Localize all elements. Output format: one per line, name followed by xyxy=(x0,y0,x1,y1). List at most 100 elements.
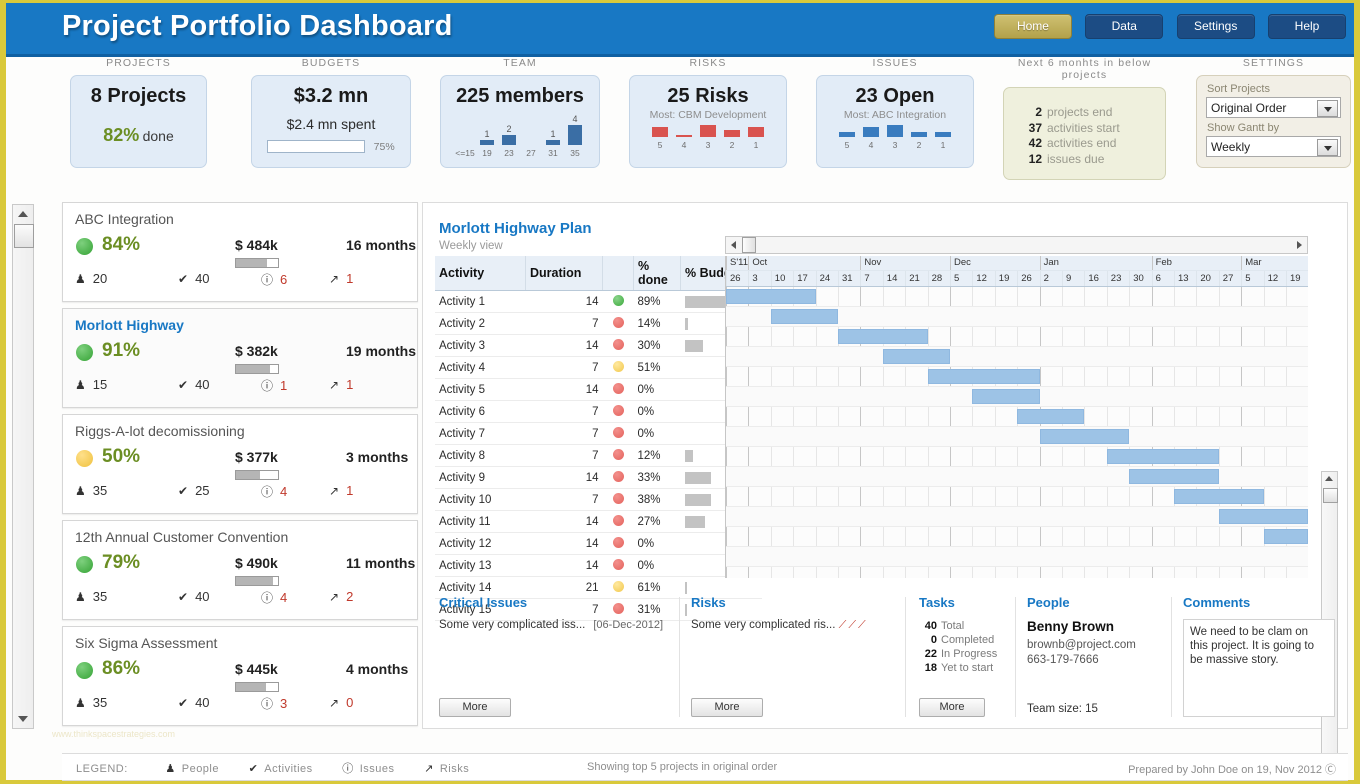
status-dot-icon xyxy=(612,405,624,416)
project-name: Riggs-A-lot decomissioning xyxy=(75,423,245,439)
table-row[interactable]: Activity 10 7 38% xyxy=(435,488,762,511)
project-card[interactable]: Six Sigma Assessment 86% $ 445k 4 months ♟ 35… xyxy=(62,626,441,726)
gantt-bar[interactable] xyxy=(770,309,838,324)
gantt-bar[interactable] xyxy=(972,389,1040,404)
tasks-label: Total xyxy=(941,620,965,632)
project-card[interactable]: 12th Annual Customer Convention 79% $ 490k… xyxy=(62,520,441,620)
gantt-scroll-up-button[interactable] xyxy=(1322,472,1337,487)
nav-button-home[interactable]: Home xyxy=(993,14,1072,39)
table-row[interactable]: Activity 2 7 14% xyxy=(435,312,762,335)
project-activities: ✔ 40 xyxy=(178,695,210,710)
upcoming-item: 12 issues due xyxy=(1020,152,1165,168)
gantt-vscroll-thumb[interactable] xyxy=(1323,488,1338,503)
table-row[interactable]: Activity 9 14 33% xyxy=(435,466,762,489)
activity-name: Activity 13 xyxy=(435,554,526,577)
table-row[interactable]: Activity 7 7 0% xyxy=(435,422,762,445)
nav-button-help[interactable]: Help xyxy=(1268,14,1346,39)
critical-issues-date: [06-Dec-2012] xyxy=(593,619,664,631)
gantt-bar[interactable] xyxy=(838,329,928,344)
activity-status-dot xyxy=(602,290,634,313)
activity-name: Activity 3 xyxy=(435,334,526,357)
gantt-week-label: 13 xyxy=(1174,271,1196,286)
gantt-horizontal-scrollbar[interactable] xyxy=(725,236,1308,254)
activity-status-dot xyxy=(602,312,634,335)
activity-status-dot xyxy=(602,400,634,423)
status-dot-icon xyxy=(612,581,624,592)
gantt-bar[interactable] xyxy=(927,369,1040,384)
project-name: 12th Annual Customer Convention xyxy=(75,529,289,545)
table-row[interactable]: Activity 1 14 89% xyxy=(435,290,762,313)
show-gantt-by-label: Show Gantt by xyxy=(1207,122,1280,134)
gantt-bar[interactable] xyxy=(1017,409,1085,424)
critical-issues-more-button[interactable]: More xyxy=(439,698,511,717)
minibar xyxy=(480,140,494,145)
gantt-hscroll-thumb[interactable] xyxy=(742,237,756,253)
project-card[interactable]: Morlott Highway 91% $ 382k 19 months ♟ 15 ✔ 40 ⓘ… xyxy=(62,308,441,408)
kpi-team: TEAM 225 members <=15 1 19 2 23 27 1 31 4 35 xyxy=(440,57,600,168)
gantt-bar[interactable] xyxy=(882,349,950,364)
activity-duration: 14 xyxy=(525,334,603,357)
gantt-bar[interactable] xyxy=(1263,529,1308,544)
gantt-bar[interactable] xyxy=(726,289,816,304)
kpi-upcoming-caption: Next 6 monhts in below projects xyxy=(1017,57,1152,81)
kpi-upcoming: Next 6 monhts in below projects 2 project… xyxy=(1003,57,1166,180)
table-row[interactable]: Activity 8 7 12% xyxy=(435,444,762,467)
activity-duration: 7 xyxy=(525,356,603,379)
scroll-up-button[interactable] xyxy=(13,205,33,223)
kpi-strip: PROJECTS 8 Projects 82% done BUDGETS $3.… xyxy=(6,57,1354,200)
scroll-down-button[interactable] xyxy=(13,710,33,728)
kpi-risks-minichart: 5 4 3 2 1 xyxy=(630,125,786,159)
kpi-budgets-caption: BUDGETS xyxy=(301,57,361,69)
legend-people-label: People xyxy=(181,763,219,775)
upcoming-value: 37 xyxy=(1028,120,1042,135)
gantt-bar[interactable] xyxy=(1129,469,1219,484)
nav-button-settings[interactable]: Settings xyxy=(1176,14,1255,39)
nav-button-data[interactable]: Data xyxy=(1085,14,1164,39)
people-team-size: Team size: 15 xyxy=(1027,703,1098,715)
table-row[interactable]: Activity 12 14 0% xyxy=(435,532,762,555)
project-list-scrollbar[interactable] xyxy=(12,204,34,729)
risks-more-button[interactable]: More xyxy=(691,698,763,717)
table-row[interactable]: Activity 11 14 27% xyxy=(435,510,762,533)
activity-pct-done: 12% xyxy=(633,444,681,467)
legend-issues-label: Issues xyxy=(359,763,395,775)
scroll-left-button[interactable] xyxy=(726,237,741,253)
budget-bar xyxy=(684,471,711,484)
legend-label: LEGEND: xyxy=(76,763,128,775)
chevron-down-icon[interactable] xyxy=(1317,139,1338,156)
scrollbar-thumb[interactable] xyxy=(14,224,34,248)
gantt-month-label: Nov xyxy=(860,256,950,270)
scroll-right-button[interactable] xyxy=(1292,237,1307,253)
gantt-bar[interactable] xyxy=(1039,429,1130,444)
project-card[interactable]: ABC Integration 84% $ 484k 16 months ♟ 20 ✔ 40 ⓘ… xyxy=(62,202,441,302)
kpi-budgets-box: $3.2 mn $2.4 mn spent 75% xyxy=(251,75,411,168)
people-icon: ♟ xyxy=(75,484,86,498)
gantt-row xyxy=(726,287,1308,307)
gantt-bar[interactable] xyxy=(1218,509,1308,524)
gantt-month-label: Oct xyxy=(748,256,860,270)
chevron-down-icon[interactable] xyxy=(1317,100,1338,117)
project-issues: ⓘ 4 xyxy=(261,484,288,499)
gantt-chart[interactable]: S'11 Oct Nov Dec Jan Feb Mar 26 3 10 17 24 31 7 14 21 28… xyxy=(725,256,1308,578)
gantt-bar[interactable] xyxy=(1174,489,1264,504)
sort-projects-select[interactable]: Original Order xyxy=(1206,97,1341,118)
table-row[interactable]: Activity 3 14 30% xyxy=(435,334,762,357)
project-people: ♟ 35 xyxy=(75,483,108,498)
minibar-column: 4 35 xyxy=(564,111,586,159)
tasks-more-button[interactable]: More xyxy=(919,698,985,717)
minibar xyxy=(546,140,560,145)
gantt-bar[interactable] xyxy=(1106,449,1219,464)
risk-icon: ↗ xyxy=(329,272,340,286)
table-row[interactable]: Activity 4 7 51% xyxy=(435,356,762,379)
table-row[interactable]: Activity 6 7 0% xyxy=(435,400,762,423)
budget-bar xyxy=(684,449,693,462)
table-row[interactable]: Activity 5 14 0% xyxy=(435,378,762,401)
show-gantt-by-select[interactable]: Weekly xyxy=(1206,136,1341,157)
kpi-settings: SETTINGS Sort Projects Original Order Sh… xyxy=(1196,57,1351,168)
project-card[interactable]: Riggs-A-lot decomissioning 50% $ 377k 3 mon… xyxy=(62,414,441,514)
table-row[interactable]: Activity 13 14 0% xyxy=(435,554,762,577)
at-icon: Ⓒ xyxy=(1325,764,1336,776)
legend-item-risks: ↗ Risks xyxy=(424,762,469,775)
tasks-breakdown: 40 Total 0 Completed 22 In Progress 18 Yet to s… xyxy=(919,619,1015,675)
comments-text[interactable]: We need to be clam on this project. It i… xyxy=(1183,619,1335,717)
